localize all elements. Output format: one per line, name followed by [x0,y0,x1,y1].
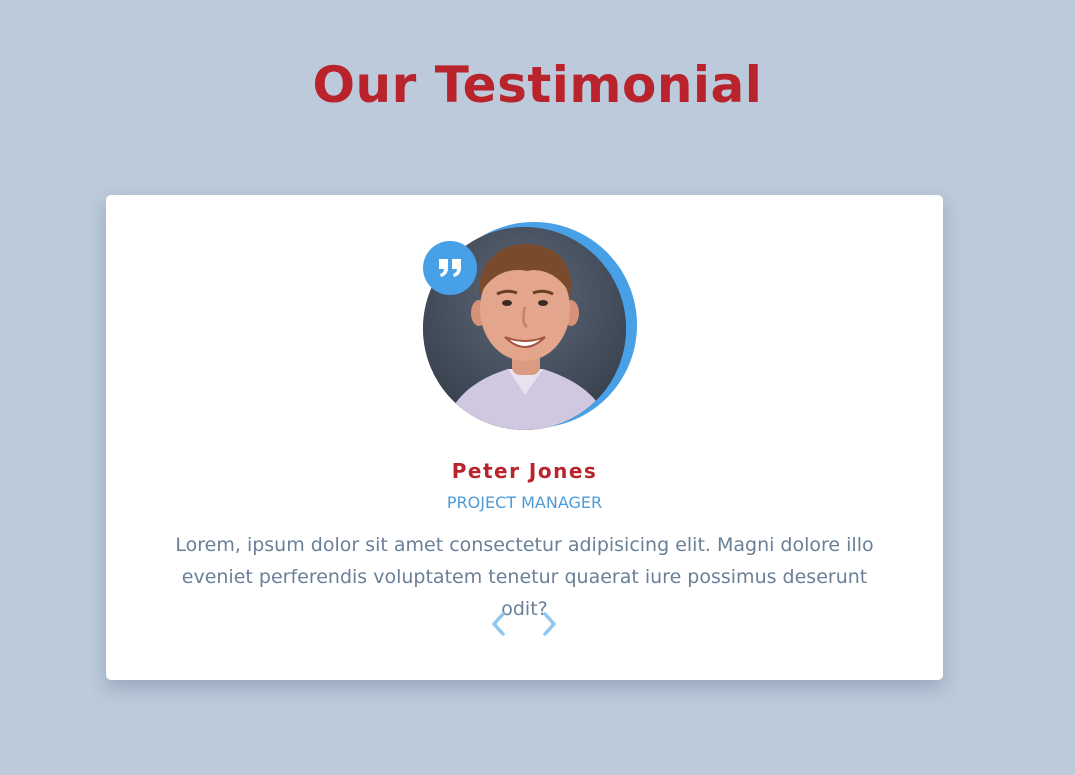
person-role: PROJECT MANAGER [446,493,603,512]
quote-badge [423,241,477,295]
page-title: Our Testimonial [312,56,763,114]
quote-icon [439,259,461,277]
testimonial-text: Lorem, ipsum dolor sit amet consectetur … [175,534,874,620]
testimonial-card: Peter Jones PROJECT MANAGER Lorem, ipsum… [106,195,943,680]
next-button[interactable] [538,609,562,639]
avatar-container [423,222,637,430]
prev-button[interactable] [486,609,510,639]
chevron-right-icon [543,612,556,636]
chevron-left-icon [492,612,505,636]
person-name: Peter Jones [451,459,598,483]
